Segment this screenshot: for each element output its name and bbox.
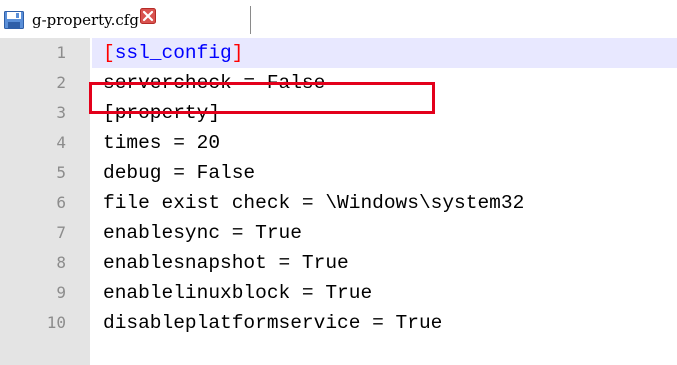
line-number: 6 xyxy=(56,193,66,212)
code-line-7[interactable]: 7 enablesync = True xyxy=(0,218,677,248)
line-text: enablesnapshot = True xyxy=(103,252,349,274)
line-text: enablesync = True xyxy=(103,222,302,244)
code-line-6[interactable]: 6 file exist check = \Windows\system32 xyxy=(0,188,677,218)
save-disk-icon xyxy=(4,11,24,29)
line-text: file exist check = \Windows\system32 xyxy=(103,192,525,214)
tab-divider xyxy=(250,6,251,34)
code-line-8[interactable]: 8 enablesnapshot = True xyxy=(0,248,677,278)
line-text: debug = False xyxy=(103,162,256,184)
notepad-plus-plus-window: g-property.cfg 1 [ssl_config] 2 serverch… xyxy=(0,0,677,365)
code-line-10[interactable]: 10 disableplatformservice = True xyxy=(0,308,677,338)
section-name: ssl_config xyxy=(114,42,232,64)
code-editor[interactable]: 1 [ssl_config] 2 servercheck = False 3 [… xyxy=(0,38,677,365)
code-line-5[interactable]: 5 debug = False xyxy=(0,158,677,188)
section-open-bracket: [ xyxy=(103,42,115,64)
line-number: 1 xyxy=(56,43,66,62)
annotation-highlight-box xyxy=(89,82,435,114)
line-number: 5 xyxy=(56,163,66,182)
line-text: enablelinuxblock = True xyxy=(103,282,373,304)
code-line-4[interactable]: 4 times = 20 xyxy=(0,128,677,158)
line-number: 4 xyxy=(56,133,66,152)
tab-bar: g-property.cfg xyxy=(0,0,677,38)
line-text: times = 20 xyxy=(103,132,221,154)
close-icon[interactable] xyxy=(139,8,156,24)
tab-g-property-cfg[interactable]: g-property.cfg xyxy=(0,4,252,36)
line-number: 8 xyxy=(56,253,66,272)
code-line-9[interactable]: 9 enablelinuxblock = True xyxy=(0,278,677,308)
line-number: 9 xyxy=(56,283,66,302)
line-number: 7 xyxy=(56,223,66,242)
line-number: 2 xyxy=(56,73,66,92)
line-number: 10 xyxy=(46,313,66,332)
code-line-1[interactable]: 1 [ssl_config] xyxy=(0,38,677,68)
line-text: [ssl_config] xyxy=(103,38,243,68)
line-number: 3 xyxy=(56,103,66,122)
tab-label: g-property.cfg xyxy=(32,11,139,29)
section-close-bracket: ] xyxy=(231,42,244,64)
line-text: disableplatformservice = True xyxy=(103,312,443,334)
